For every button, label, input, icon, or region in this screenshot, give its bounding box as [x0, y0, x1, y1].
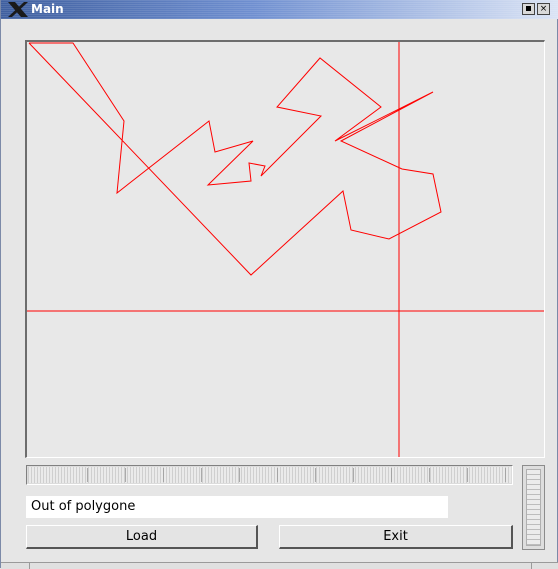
slider-ticks [87, 468, 508, 482]
resize-grip-right[interactable] [531, 563, 532, 569]
polygon-drawing [27, 42, 544, 457]
horizontal-slider[interactable] [26, 465, 513, 485]
vertical-slider-handle[interactable] [526, 469, 541, 546]
polygon-outline [28, 42, 442, 276]
status-field: Out of polygone [26, 496, 448, 518]
resize-grip-left[interactable] [29, 563, 30, 569]
minimize-icon[interactable] [522, 3, 535, 15]
close-icon[interactable]: × [537, 3, 550, 15]
exit-button[interactable]: Exit [279, 525, 513, 549]
title-bar[interactable]: Main × [1, 0, 558, 19]
main-window: Main × Out of polygone Load Exit [0, 0, 558, 569]
vertical-slider[interactable] [522, 465, 545, 550]
load-button[interactable]: Load [26, 525, 258, 549]
x-logo-icon[interactable] [6, 1, 30, 18]
window-title: Main [31, 2, 64, 16]
drawing-canvas[interactable] [25, 40, 545, 458]
